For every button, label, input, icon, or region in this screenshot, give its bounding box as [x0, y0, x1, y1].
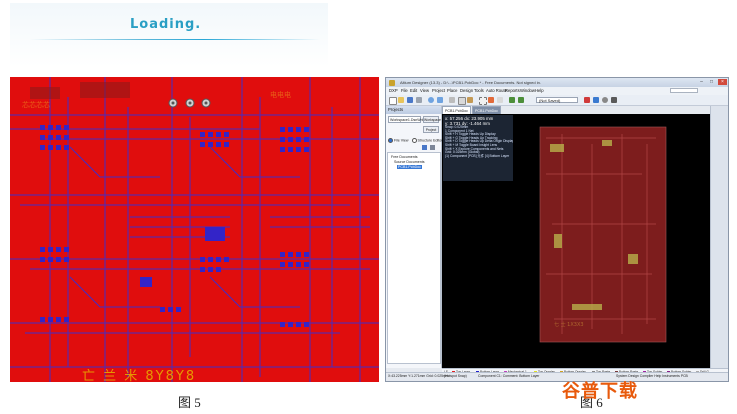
workspace-button[interactable]: Workspace: [423, 116, 441, 123]
menu-auto-route[interactable]: Auto Route: [486, 88, 507, 93]
paste-icon[interactable]: [467, 97, 473, 103]
undo-icon[interactable]: [509, 97, 515, 103]
menu-edit[interactable]: Edit: [410, 88, 417, 93]
panel-toolbar-icon-2[interactable]: [430, 145, 435, 150]
panel-toolbar-icon[interactable]: [422, 145, 427, 150]
maximize-button[interactable]: □: [707, 79, 716, 85]
project-button[interactable]: Project: [423, 126, 439, 133]
cut-icon[interactable]: [449, 97, 455, 103]
menu-view[interactable]: View: [420, 88, 429, 93]
menu-design[interactable]: Design: [460, 88, 473, 93]
heads-up-display: x: 57.256 dx: 23.905 mm y: 3.731 dy: -1.…: [443, 115, 513, 181]
window-title: Altium Designer (13.3) - D:\...\PCB1.Pcb…: [400, 80, 541, 85]
app-icon: [389, 79, 395, 86]
projects-panel: Projects Workspace1.DsnWrk Workspace Pro…: [386, 106, 442, 368]
hud-component: (1) Component [PCB] 元件 [4] Bottom Layer: [445, 153, 510, 158]
menu-dxp[interactable]: DXP: [389, 88, 398, 93]
redo-icon[interactable]: [518, 97, 524, 103]
status-component: Component C1: Comment: Bottom Layer: [478, 374, 540, 378]
open-folder-icon[interactable]: [398, 97, 404, 103]
save-icon[interactable]: [407, 97, 413, 103]
tree-free-documents[interactable]: Free Documents: [391, 155, 418, 159]
menu-help[interactable]: Help: [535, 88, 544, 93]
workspace-combo[interactable]: Workspace1.DsnWrk: [388, 116, 424, 123]
file-view-radio[interactable]: [388, 138, 393, 143]
pcb-layout-image: 芯芯芯芯 电电电 亡 兰 米 8Y8Y8: [10, 77, 379, 382]
menu-reports[interactable]: Reports: [505, 88, 520, 93]
tree-pcb-document[interactable]: PCB1.PcbDoc: [397, 165, 422, 169]
project-tree: Free Documents Source Documents PCB1.Pcb…: [387, 152, 441, 364]
svg-text:七 士 1X3X3: 七 士 1X3X3: [554, 321, 584, 328]
deselect-icon[interactable]: [497, 97, 503, 103]
menu-file[interactable]: File: [401, 88, 408, 93]
watermark-text: 谷普下载: [562, 381, 638, 402]
structure-editor-label: Structure Editor: [417, 138, 443, 143]
panel-title: Projects: [386, 106, 441, 114]
document-tabs: PCB1.PcbDoc PCB1.PcbDoc: [442, 106, 514, 114]
svg-text:芯芯芯芯: 芯芯芯芯: [22, 100, 50, 109]
menu-place[interactable]: Place: [447, 88, 457, 93]
print-icon[interactable]: [416, 97, 422, 103]
view-mode-radios: File View Structure Editor: [388, 138, 442, 143]
component-icon[interactable]: [611, 97, 617, 103]
menu-project[interactable]: Project: [432, 88, 445, 93]
zoom-icon[interactable]: [428, 97, 434, 103]
altium-window: Altium Designer (13.3) - D:\...\PCB1.Pcb…: [385, 77, 729, 382]
caption-figure-5: 图 5: [178, 395, 201, 410]
tree-source-documents[interactable]: Source Documents: [394, 160, 425, 164]
menu-tools[interactable]: Tools: [474, 88, 484, 93]
new-file-icon[interactable]: [389, 97, 397, 105]
status-coordinates: X:43.225mm Y:1.271mm Grid: 0.025mm: [388, 374, 449, 378]
silkscreen-text: 亡 兰 米 8Y8Y8: [82, 369, 197, 382]
close-button[interactable]: ×: [718, 79, 727, 85]
variant-combo[interactable]: (Not Saved): [536, 97, 578, 103]
svg-text:电电电: 电电电: [270, 90, 291, 99]
loading-banner: Loading.: [10, 3, 328, 67]
menu-window[interactable]: Window: [520, 88, 535, 93]
structure-editor-radio[interactable]: [411, 138, 417, 143]
toolbar: (Not Saved): [386, 95, 728, 106]
loading-text: Loading.: [130, 17, 202, 32]
zoom-fit-icon[interactable]: [437, 97, 443, 103]
right-panel-strip[interactable]: [710, 106, 728, 368]
copy-icon[interactable]: [458, 97, 466, 105]
minimize-button[interactable]: –: [697, 79, 706, 85]
via-icon[interactable]: [602, 97, 608, 103]
loading-progress-line: [30, 39, 320, 40]
tab-pcb-active[interactable]: PCB1.PcbDoc: [442, 106, 471, 114]
status-snap: (Hotspot Snap): [444, 374, 467, 378]
site-watermark: 谷普下载: [562, 374, 702, 402]
select-icon[interactable]: [479, 97, 487, 105]
place-icon[interactable]: [593, 97, 599, 103]
file-view-label: File View: [394, 138, 409, 143]
move-icon[interactable]: [488, 97, 494, 103]
route-icon[interactable]: [584, 97, 590, 103]
tab-pcb-2[interactable]: PCB1.PcbDoc: [472, 106, 501, 114]
pcb-editor-canvas[interactable]: 七 士 1X3X3 x: 57.256 dx: 23.905 mm y: 3.7…: [442, 114, 712, 368]
search-icon[interactable]: [670, 88, 698, 93]
pcb-traces: 芯芯芯芯 电电电: [10, 77, 379, 382]
menu-bar: DXP File Edit View Project Place Design …: [386, 87, 728, 95]
